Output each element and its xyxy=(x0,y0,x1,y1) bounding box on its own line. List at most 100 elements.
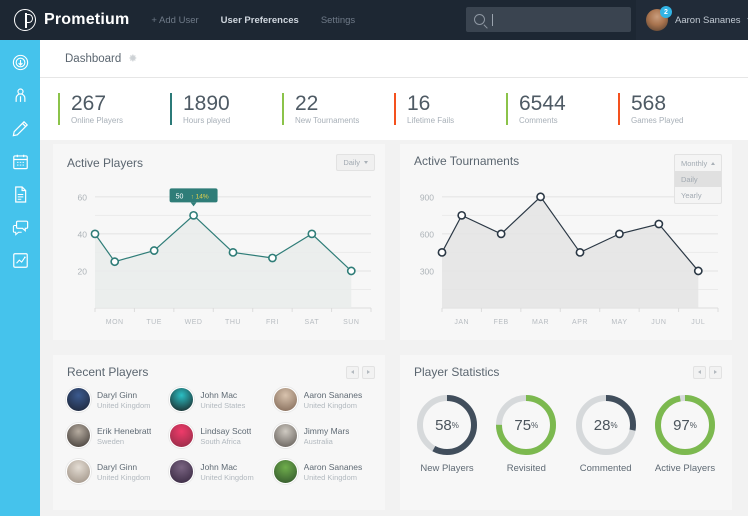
list-item[interactable]: Lindsay Scott South Africa xyxy=(169,423,272,448)
svg-text:↑ 14%: ↑ 14% xyxy=(191,193,209,200)
player-name: Erik Henebratt xyxy=(97,425,152,436)
avatar xyxy=(66,459,91,484)
dropdown-value: Daily xyxy=(343,158,360,167)
list-item[interactable]: Aaron Sananes United Kingdom xyxy=(272,387,376,412)
notification-badge[interactable]: 2 xyxy=(660,6,672,18)
brand-name: Prometium xyxy=(44,11,130,28)
player-country: United Kingdom xyxy=(303,400,358,410)
player-statistics-card: Player Statistics 58% New Players 75% Revis… xyxy=(400,355,732,510)
list-item[interactable]: Daryl Ginn United Kingdom xyxy=(66,459,169,484)
player-name: Aaron Sananes xyxy=(303,461,363,472)
donut-ring: 58% xyxy=(415,393,479,457)
sidebar-item-analytics[interactable] xyxy=(10,250,30,270)
active-players-chart: 20 40 60 MON TUE WED THU FRI SAT SUN 50 ↑ 14% xyxy=(78,188,372,326)
player-name: John Mac xyxy=(200,461,238,472)
nav-link-settings[interactable]: Settings xyxy=(321,15,355,26)
prev-button[interactable] xyxy=(346,365,359,379)
svg-text:MAY: MAY xyxy=(611,319,627,326)
next-button[interactable] xyxy=(362,365,375,379)
recent-players-list: Daryl Ginn United Kingdom John Mac United S… xyxy=(66,387,376,484)
svg-text:TUE: TUE xyxy=(146,319,162,326)
player-name: Daryl Ginn xyxy=(97,389,138,400)
svg-text:MAR: MAR xyxy=(532,319,549,326)
prev-button[interactable] xyxy=(693,365,706,379)
nav-link-user-preferences[interactable]: User Preferences xyxy=(221,15,299,26)
svg-text:SAT: SAT xyxy=(305,319,320,326)
dropdown-option-label: Monthly xyxy=(681,158,708,168)
stat-label: Lifetime Fails xyxy=(407,116,455,126)
search-input[interactable] xyxy=(497,14,617,25)
search-icon xyxy=(474,14,485,25)
player-country: Australia xyxy=(303,436,333,446)
dropdown-option-yearly[interactable]: Yearly xyxy=(675,187,721,203)
player-name: Lindsay Scott xyxy=(200,425,252,436)
list-item[interactable]: Erik Henebratt Sweden xyxy=(66,423,169,448)
list-item[interactable]: Jimmy Mars Australia xyxy=(272,423,376,448)
active-players-range-dropdown[interactable]: Daily xyxy=(336,154,375,171)
chevron-right-icon xyxy=(367,370,370,374)
player-country: United Kingdom xyxy=(97,472,151,482)
svg-text:600: 600 xyxy=(420,229,434,239)
stat-card-hours-played: 1890 Hours played xyxy=(170,91,282,126)
avatar xyxy=(272,423,298,448)
dropdown-option-daily[interactable]: Daily xyxy=(675,171,721,187)
avatar xyxy=(66,387,91,412)
stat-label: Games Played xyxy=(631,116,684,126)
donut-ring: 28% xyxy=(574,393,638,457)
donut-label: New Players xyxy=(420,463,474,474)
next-button[interactable] xyxy=(709,365,722,379)
player-country: United Kingdom xyxy=(200,472,254,482)
nav-link-add-user[interactable]: + Add User xyxy=(151,15,198,26)
player-name: Jimmy Mars xyxy=(303,425,350,436)
sidebar-item-users[interactable] xyxy=(10,85,30,105)
donut-value: 58% xyxy=(435,416,459,434)
sidebar-item-info[interactable] xyxy=(10,52,30,72)
svg-text:JUN: JUN xyxy=(651,319,666,326)
card-title: Player Statistics xyxy=(414,365,500,379)
chevron-left-icon xyxy=(351,370,354,374)
recent-players-pager xyxy=(346,365,375,379)
svg-text:FRI: FRI xyxy=(266,319,279,326)
active-players-card: Active Players Daily 20 40 60 MON TUE WED THU F… xyxy=(53,144,385,340)
recent-players-card: Recent Players Daryl Ginn United Kingdom J… xyxy=(53,355,385,510)
stat-card-games-played: 568 Games Played xyxy=(618,91,730,126)
svg-text:20: 20 xyxy=(78,266,88,276)
text-cursor xyxy=(492,13,493,26)
card-title: Recent Players xyxy=(67,365,149,379)
stat-value: 1890 xyxy=(183,91,230,115)
list-item[interactable]: John Mac United Kingdom xyxy=(169,459,272,484)
user-menu[interactable]: 2 Aaron Sananes xyxy=(636,0,748,40)
svg-text:JAN: JAN xyxy=(454,319,469,326)
avatar xyxy=(272,387,298,412)
stat-value: 22 xyxy=(295,91,319,115)
list-item[interactable]: Aaron Sananes United Kingdom xyxy=(272,459,376,484)
donut-commented: 28% Commented xyxy=(569,393,643,474)
gear-icon[interactable] xyxy=(128,50,138,68)
top-navbar: Prometium + Add User User Preferences Se… xyxy=(0,0,748,40)
dropdown-option-monthly[interactable]: Monthly xyxy=(675,155,721,171)
search-box[interactable] xyxy=(466,7,631,32)
sidebar-item-documents[interactable] xyxy=(10,184,30,204)
donut-value: 97% xyxy=(673,416,697,434)
stat-value: 568 xyxy=(631,91,667,115)
sidebar-item-messages[interactable] xyxy=(10,217,30,237)
donut-label: Active Players xyxy=(654,463,716,474)
svg-text:40: 40 xyxy=(78,229,88,239)
list-item[interactable]: Daryl Ginn United Kingdom xyxy=(66,387,169,412)
donut-ring: 97% xyxy=(653,393,717,457)
chevron-up-icon xyxy=(711,161,715,165)
chevron-down-icon xyxy=(364,161,368,164)
sidebar-item-edit[interactable] xyxy=(10,118,30,138)
player-country: United States xyxy=(200,400,246,410)
user-name: Aaron Sananes xyxy=(675,14,741,26)
sidebar-item-calendar[interactable] xyxy=(10,151,30,171)
player-country: United Kingdom xyxy=(303,472,358,482)
tournaments-range-dropdown-menu[interactable]: Monthly Daily Yearly xyxy=(674,154,722,204)
donut-revisited: 75% Revisited xyxy=(489,393,563,474)
brand[interactable]: Prometium xyxy=(14,9,129,31)
chevron-right-icon xyxy=(714,370,717,374)
player-country: United Kingdom xyxy=(97,400,151,410)
left-sidebar xyxy=(0,40,40,516)
stat-label: Hours played xyxy=(183,116,231,126)
list-item[interactable]: John Mac United States xyxy=(169,387,272,412)
